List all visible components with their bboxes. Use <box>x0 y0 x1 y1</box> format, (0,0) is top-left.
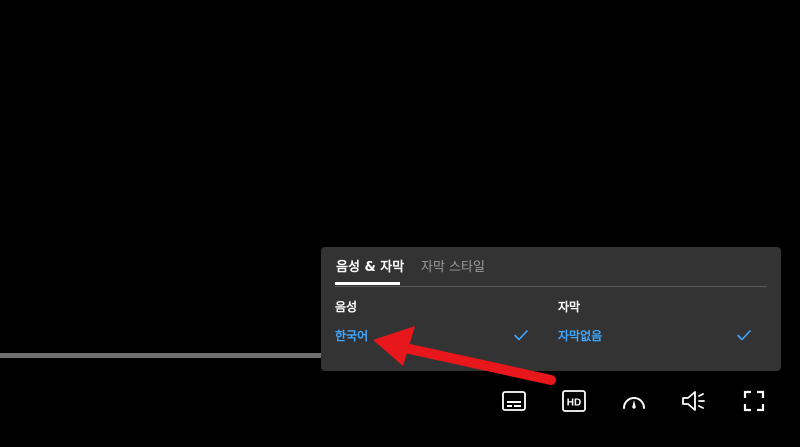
subtitles-icon <box>500 387 528 415</box>
tab-subtitle-style[interactable]: 자막 스타일 <box>421 260 485 276</box>
subtitle-option-label: 자막없음 <box>558 329 603 343</box>
subtitles-column: 자막 자막없음 <box>558 299 758 343</box>
progress-bar[interactable] <box>0 353 330 358</box>
audio-column: 음성 한국어 <box>335 299 535 343</box>
active-tab-indicator <box>335 282 400 285</box>
check-icon <box>736 327 752 343</box>
subtitle-option-none[interactable]: 자막없음 <box>558 327 758 347</box>
quality-button[interactable]: HD <box>560 387 588 415</box>
speed-gauge-icon <box>620 387 648 415</box>
subtitles-heading: 자막 <box>558 300 581 314</box>
audio-heading: 음성 <box>335 300 358 314</box>
fullscreen-icon <box>740 387 768 415</box>
subtitles-button[interactable] <box>500 387 528 415</box>
check-icon <box>513 327 529 343</box>
audio-option-korean[interactable]: 한국어 <box>335 327 535 347</box>
volume-icon <box>680 387 708 415</box>
hd-icon: HD <box>560 387 588 415</box>
settings-tabs: 음성 & 자막 자막 스타일 <box>335 247 767 287</box>
hd-label: HD <box>567 398 581 409</box>
volume-button[interactable] <box>680 387 708 415</box>
video-area[interactable] <box>0 0 800 447</box>
audio-option-label: 한국어 <box>335 329 369 343</box>
tab-audio-subtitles[interactable]: 음성 & 자막 <box>336 260 404 276</box>
playback-speed-button[interactable] <box>620 387 648 415</box>
fullscreen-button[interactable] <box>740 387 768 415</box>
audio-subtitle-settings-panel: 음성 & 자막 자막 스타일 음성 한국어 자막 자막없음 <box>321 247 781 371</box>
